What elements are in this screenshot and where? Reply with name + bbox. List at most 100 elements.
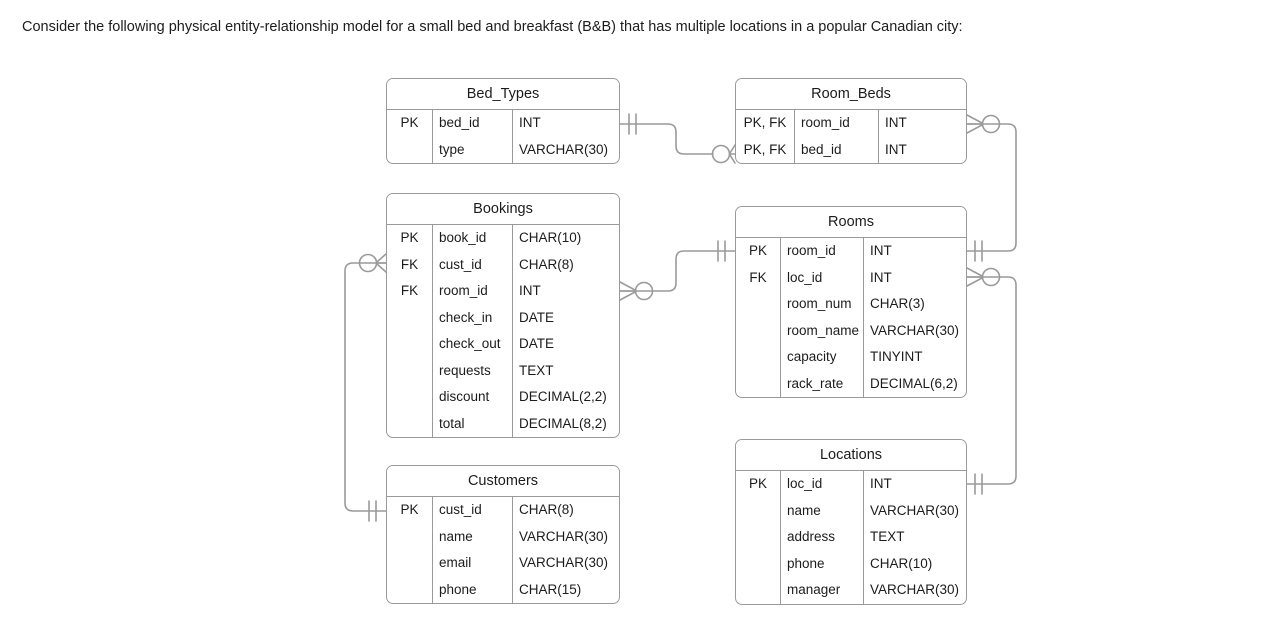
attribute-key: PK, FK bbox=[743, 141, 787, 157]
attribute-type: CHAR(15) bbox=[512, 576, 619, 603]
attribute-name: check_out bbox=[432, 331, 512, 358]
attribute-row: name VARCHAR(30) bbox=[387, 523, 619, 550]
attribute-name: room_id bbox=[794, 110, 878, 137]
attribute-type: VARCHAR(30) bbox=[863, 497, 966, 524]
attribute-key: FK bbox=[400, 256, 419, 272]
attribute-name: cust_id bbox=[432, 497, 512, 524]
attribute-key: PK bbox=[400, 502, 419, 517]
connector-bedtypes-roombeds bbox=[619, 113, 736, 164]
attribute-row: FK room_id INT bbox=[387, 278, 619, 305]
attribute-row: FK loc_id INT bbox=[736, 264, 966, 291]
attribute-name: requests bbox=[432, 357, 512, 384]
entity-locations[interactable]: Locations PK loc_id INT name VARCHAR(30)… bbox=[735, 439, 967, 605]
attribute-name: email bbox=[432, 550, 512, 577]
entity-title-rooms: Rooms bbox=[736, 207, 966, 238]
attribute-row: PK, FK room_id INT bbox=[736, 110, 966, 137]
attribute-type: CHAR(8) bbox=[512, 497, 619, 524]
entity-title-locations: Locations bbox=[736, 440, 966, 471]
attribute-row: name VARCHAR(30) bbox=[736, 497, 966, 524]
attribute-type: DATE bbox=[512, 331, 619, 358]
attribute-type: CHAR(10) bbox=[512, 225, 619, 252]
attribute-name: capacity bbox=[780, 344, 863, 371]
entity-rooms[interactable]: Rooms PK room_id INT FK loc_id INT room_… bbox=[735, 206, 967, 398]
entity-attributes-room-beds: PK, FK room_id INT PK, FK bed_id INT bbox=[736, 110, 966, 163]
connector-rooms-roombeds bbox=[966, 114, 1017, 262]
attribute-row: check_in DATE bbox=[387, 304, 619, 331]
entity-room-beds[interactable]: Room_Beds PK, FK room_id INT PK, FK bed_… bbox=[735, 78, 967, 164]
attribute-type: DATE bbox=[512, 304, 619, 331]
attribute-name: total bbox=[432, 410, 512, 437]
attribute-name: name bbox=[432, 523, 512, 550]
attribute-type: DECIMAL(2,2) bbox=[512, 384, 619, 411]
attribute-type: INT bbox=[878, 136, 966, 163]
attribute-name: room_name bbox=[780, 317, 863, 344]
entity-attributes-bookings: PK book_id CHAR(10) FK cust_id CHAR(8) F… bbox=[387, 225, 619, 437]
attribute-name: loc_id bbox=[780, 264, 863, 291]
attribute-row: capacity TINYINT bbox=[736, 344, 966, 371]
attribute-row: manager VARCHAR(30) bbox=[736, 577, 966, 604]
entity-attributes-rooms: PK room_id INT FK loc_id INT room_num CH… bbox=[736, 238, 966, 397]
connector-customers-bookings bbox=[344, 253, 387, 522]
entity-customers[interactable]: Customers PK cust_id CHAR(8) name VARCHA… bbox=[386, 465, 620, 604]
attribute-type: CHAR(10) bbox=[863, 550, 966, 577]
attribute-key: PK bbox=[748, 476, 767, 491]
attribute-key: PK bbox=[400, 115, 419, 130]
attribute-type: TEXT bbox=[863, 524, 966, 551]
attribute-row: PK loc_id INT bbox=[736, 471, 966, 498]
attribute-name: type bbox=[432, 136, 512, 163]
attribute-name: address bbox=[780, 524, 863, 551]
attribute-row: discount DECIMAL(2,2) bbox=[387, 384, 619, 411]
attribute-type: INT bbox=[878, 110, 966, 137]
attribute-row: email VARCHAR(30) bbox=[387, 550, 619, 577]
attribute-name: room_num bbox=[780, 291, 863, 318]
entity-bed-types[interactable]: Bed_Types PK bed_id INT type VARCHAR(30) bbox=[386, 78, 620, 164]
attribute-type: INT bbox=[512, 110, 619, 137]
attribute-type: INT bbox=[863, 238, 966, 265]
attribute-type: CHAR(3) bbox=[863, 291, 966, 318]
attribute-type: VARCHAR(30) bbox=[512, 136, 619, 163]
attribute-type: VARCHAR(30) bbox=[512, 523, 619, 550]
attribute-type: TEXT bbox=[512, 357, 619, 384]
attribute-row: address TEXT bbox=[736, 524, 966, 551]
attribute-row: PK cust_id CHAR(8) bbox=[387, 497, 619, 524]
attribute-row: PK, FK bed_id INT bbox=[736, 136, 966, 163]
attribute-key: PK, FK bbox=[743, 115, 787, 130]
attribute-type: CHAR(8) bbox=[512, 251, 619, 278]
attribute-name: name bbox=[780, 497, 863, 524]
attribute-row: total DECIMAL(8,2) bbox=[387, 410, 619, 437]
attribute-name: bed_id bbox=[432, 110, 512, 137]
entity-title-bed-types: Bed_Types bbox=[387, 79, 619, 110]
attribute-name: cust_id bbox=[432, 251, 512, 278]
attribute-name: bed_id bbox=[794, 136, 878, 163]
entity-attributes-locations: PK loc_id INT name VARCHAR(30) address T… bbox=[736, 471, 966, 604]
attribute-row: PK bed_id INT bbox=[387, 110, 619, 137]
attribute-key: PK bbox=[748, 243, 767, 258]
attribute-row: phone CHAR(10) bbox=[736, 550, 966, 577]
attribute-type: VARCHAR(30) bbox=[512, 550, 619, 577]
attribute-row: rack_rate DECIMAL(6,2) bbox=[736, 370, 966, 397]
attribute-row: PK book_id CHAR(10) bbox=[387, 225, 619, 252]
entity-attributes-bed-types: PK bed_id INT type VARCHAR(30) bbox=[387, 110, 619, 163]
attribute-row: FK cust_id CHAR(8) bbox=[387, 251, 619, 278]
attribute-type: VARCHAR(30) bbox=[863, 317, 966, 344]
er-diagram-canvas: Bed_Types PK bed_id INT type VARCHAR(30)… bbox=[0, 0, 1276, 624]
attribute-name: room_id bbox=[780, 238, 863, 265]
attribute-row: requests TEXT bbox=[387, 357, 619, 384]
connector-locations-rooms bbox=[966, 267, 1017, 495]
attribute-type: INT bbox=[863, 264, 966, 291]
attribute-key: PK bbox=[400, 230, 419, 245]
attribute-type: INT bbox=[863, 471, 966, 498]
attribute-name: phone bbox=[780, 550, 863, 577]
relationship-connectors bbox=[344, 113, 1017, 522]
entity-title-bookings: Bookings bbox=[387, 194, 619, 225]
attribute-name: manager bbox=[780, 577, 863, 604]
attribute-type: TINYINT bbox=[863, 344, 966, 371]
attribute-name: loc_id bbox=[780, 471, 863, 498]
attribute-name: phone bbox=[432, 576, 512, 603]
attribute-type: INT bbox=[512, 278, 619, 305]
attribute-row: room_num CHAR(3) bbox=[736, 291, 966, 318]
entity-bookings[interactable]: Bookings PK book_id CHAR(10) FK cust_id … bbox=[386, 193, 620, 438]
entity-attributes-customers: PK cust_id CHAR(8) name VARCHAR(30) emai… bbox=[387, 497, 619, 603]
attribute-row: type VARCHAR(30) bbox=[387, 136, 619, 163]
attribute-row: phone CHAR(15) bbox=[387, 576, 619, 603]
